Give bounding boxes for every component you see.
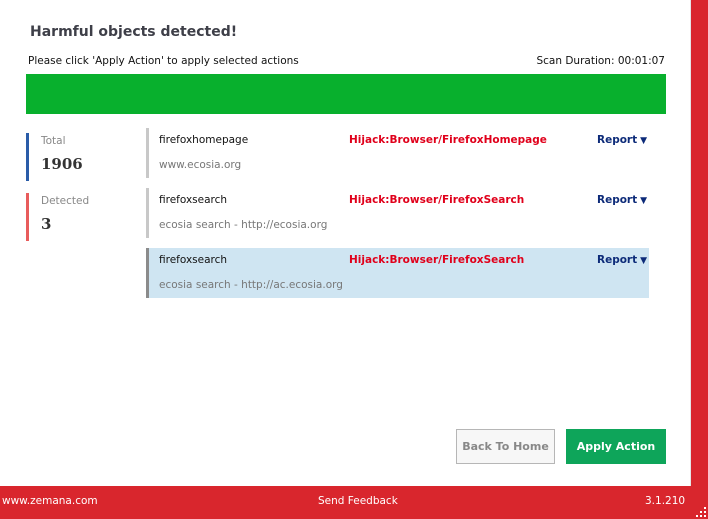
detected-value: 3 bbox=[41, 215, 52, 233]
scan-progress-fill bbox=[26, 74, 666, 114]
window-inner-border bbox=[690, 0, 691, 486]
threat-row[interactable]: firefoxsearch ecosia search - http://eco… bbox=[146, 188, 649, 238]
send-feedback-link[interactable]: Send Feedback bbox=[318, 495, 398, 507]
total-value: 1906 bbox=[41, 155, 83, 173]
report-label: Report bbox=[597, 194, 638, 206]
threat-name: firefoxhomepage bbox=[159, 134, 249, 146]
back-to-home-button[interactable]: Back To Home bbox=[456, 429, 555, 464]
report-dropdown[interactable]: Report ▼ bbox=[597, 134, 647, 146]
page-title: Harmful objects detected! bbox=[30, 24, 238, 40]
detected-label: Detected bbox=[41, 195, 90, 207]
threat-row[interactable]: firefoxhomepage www.ecosia.org Hijack:Br… bbox=[146, 128, 649, 178]
report-dropdown[interactable]: Report ▼ bbox=[597, 194, 647, 206]
instruction-text: Please click 'Apply Action' to apply sel… bbox=[28, 55, 299, 67]
threat-type: Hijack:Browser/FirefoxSearch bbox=[349, 254, 525, 266]
apply-action-button[interactable]: Apply Action bbox=[566, 429, 666, 464]
footer-bar: www.zemana.com Send Feedback 3.1.210 bbox=[0, 486, 708, 519]
scan-progress-bar bbox=[26, 74, 666, 114]
threat-row-selected[interactable]: firefoxsearch ecosia search - http://ac.… bbox=[146, 248, 649, 298]
window-right-border bbox=[691, 0, 708, 519]
threat-name: firefoxsearch bbox=[159, 254, 228, 266]
total-stat: Total 1906 bbox=[26, 133, 126, 181]
total-label: Total bbox=[41, 135, 66, 147]
report-dropdown[interactable]: Report ▼ bbox=[597, 254, 647, 266]
threat-type: Hijack:Browser/FirefoxHomepage bbox=[349, 134, 547, 146]
chevron-down-icon: ▼ bbox=[640, 196, 648, 206]
chevron-down-icon: ▼ bbox=[640, 136, 648, 146]
version-label: 3.1.210 bbox=[645, 495, 686, 507]
website-link[interactable]: www.zemana.com bbox=[2, 495, 98, 507]
threat-name: firefoxsearch bbox=[159, 194, 228, 206]
resize-grip-icon[interactable] bbox=[696, 507, 706, 517]
threat-detail: www.ecosia.org bbox=[159, 159, 242, 171]
report-label: Report bbox=[597, 134, 638, 146]
report-label: Report bbox=[597, 254, 638, 266]
threat-type: Hijack:Browser/FirefoxSearch bbox=[349, 194, 525, 206]
scan-duration: Scan Duration: 00:01:07 bbox=[536, 55, 665, 67]
threat-detail: ecosia search - http://ecosia.org bbox=[159, 219, 328, 231]
threat-detail: ecosia search - http://ac.ecosia.org bbox=[159, 279, 343, 291]
detected-stat: Detected 3 bbox=[26, 193, 126, 241]
chevron-down-icon: ▼ bbox=[640, 256, 648, 266]
